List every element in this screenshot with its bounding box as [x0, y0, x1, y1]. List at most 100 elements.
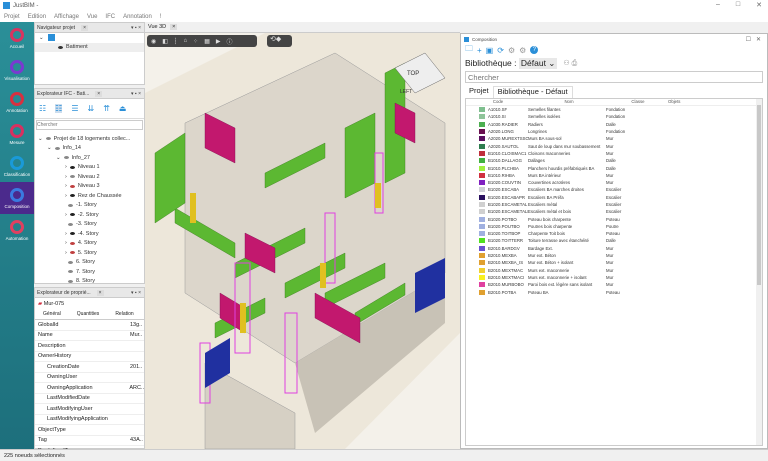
tree-item[interactable]: -1. Story: [35, 201, 144, 211]
table-scrollbar[interactable]: [756, 99, 762, 445]
tree-view-icon[interactable]: ☷: [39, 104, 46, 113]
property-row[interactable]: GlobalId 13g..: [35, 320, 144, 331]
close-button[interactable]: ✕: [756, 1, 762, 9]
chevron-icon[interactable]: ›: [65, 212, 67, 218]
menu-item[interactable]: Affichage: [54, 14, 79, 20]
eye-icon[interactable]: [68, 260, 73, 264]
tab-général[interactable]: Général: [35, 309, 69, 319]
eye-icon[interactable]: [69, 175, 75, 179]
eye-icon[interactable]: [54, 146, 60, 150]
minimize-button[interactable]: –: [716, 1, 720, 9]
eye-icon[interactable]: [69, 232, 75, 236]
help-icon[interactable]: ?: [530, 46, 539, 54]
table-row[interactable]: B2010.BARDGV Bardage Ext. Mur: [466, 245, 762, 252]
property-row[interactable]: LastModifyingApplication: [35, 415, 144, 425]
chevron-icon[interactable]: ›: [65, 193, 67, 199]
tree-item[interactable]: ⌄ Projet de 18 logements collec...: [35, 134, 144, 144]
table-row[interactable]: B2010.MEXTMACI Murs ext. maconnerie + iso…: [466, 274, 762, 281]
eye-icon[interactable]: [68, 222, 73, 226]
eye-icon[interactable]: [45, 137, 51, 141]
table-row[interactable]: A2020.SAUTOL Saut de loup dans mur soubas…: [466, 142, 762, 149]
table-row[interactable]: B1010.DALLAGG Dallages Dalle: [466, 157, 762, 164]
property-row[interactable]: CreationDate 201..: [35, 362, 144, 373]
tree-item[interactable]: › -4. Story: [35, 229, 144, 239]
table-row[interactable]: A1010.SF Semelles filantes Fondation: [466, 106, 762, 113]
settings-alt-icon[interactable]: ⚙: [519, 46, 526, 55]
box-icon[interactable]: ◧: [162, 38, 168, 45]
tree-item[interactable]: ⌄ Info_14: [35, 144, 144, 154]
table-row[interactable]: B1020.POUTBO Poutres bois charpente Poutre: [466, 223, 762, 230]
table-row[interactable]: B1010.RIHBA Murs BA intérieur Mur: [466, 172, 762, 179]
menu-item[interactable]: Vue: [87, 14, 97, 20]
tree-item[interactable]: › Rez de Chaussée: [35, 191, 144, 201]
table-row[interactable]: B1020.COUVTIN Couvertines acrotères Mur: [466, 179, 762, 186]
eye-icon[interactable]: [58, 45, 63, 49]
table-row[interactable]: B1010.CLOISMAC1 Cloisons maconneries Mur: [466, 150, 762, 157]
tab-vue-3d[interactable]: Vue 3D: [148, 24, 166, 30]
eye-icon[interactable]: [69, 165, 75, 169]
property-row[interactable]: ObjectType: [35, 425, 144, 436]
tag-icon[interactable]: ⌂: [184, 38, 188, 44]
chevron-icon[interactable]: ›: [65, 183, 67, 189]
panel-controls[interactable]: ▾ ▪ ×: [131, 25, 141, 31]
document-icon[interactable]: ▣: [486, 46, 494, 55]
chevron-icon[interactable]: ›: [65, 174, 67, 180]
refresh-icon[interactable]: ⟳: [497, 46, 504, 55]
menu-item[interactable]: Edition: [28, 14, 46, 20]
sidebar-item-automation[interactable]: Automation: [0, 214, 34, 246]
tab-projet[interactable]: Projet: [465, 86, 493, 98]
grid-icon[interactable]: ▦: [204, 38, 210, 45]
ifc-explorer-close-tab[interactable]: ×: [95, 90, 103, 97]
table-row[interactable]: B1020.TOITTERR Toiture terrasse avec étan…: [466, 237, 762, 244]
settings-icon[interactable]: ⚙: [508, 46, 515, 55]
menu-item[interactable]: IFC: [105, 14, 115, 20]
tree-item[interactable]: › Niveau 3: [35, 182, 144, 192]
record-icon[interactable]: ◉: [151, 38, 156, 45]
chevron-icon[interactable]: ›: [65, 250, 67, 256]
eye-icon[interactable]: [69, 194, 75, 198]
table-row[interactable]: B1010.PLCHBA Planchers hourdis préfabriqu…: [466, 164, 762, 171]
tree-item[interactable]: › Niveau 1: [35, 163, 144, 173]
info-icon[interactable]: ⓘ: [227, 37, 233, 46]
sidebar-item-visualisation[interactable]: Visualisation: [0, 54, 34, 86]
tree-item[interactable]: 8. Story: [35, 277, 144, 287]
properties-close-tab[interactable]: ×: [96, 289, 104, 296]
menu-item[interactable]: Projet: [4, 14, 20, 20]
col-nom[interactable]: Nom: [530, 99, 608, 105]
property-row[interactable]: LastModifyingUser: [35, 404, 144, 415]
3d-viewport[interactable]: TOP LEFT ◉ ◧ ┆ ⌂ ⁘ ▦ ▶ ⓘ ⟲◆: [145, 33, 460, 449]
eye-icon[interactable]: [68, 270, 73, 274]
panel-controls[interactable]: ▾ ▪ ×: [131, 290, 141, 296]
table-row[interactable]: B1020.ESCAMETALB Escaliers métal et bois E…: [466, 208, 762, 215]
table-row[interactable]: B1020.ESCABA Escaliers BA marches droites…: [466, 186, 762, 193]
table-row[interactable]: A1030.RADIER Radiers Dalle: [466, 121, 762, 128]
sidebar-item-mesure[interactable]: Mesure: [0, 118, 34, 150]
ifc-search-input[interactable]: [36, 120, 143, 130]
property-row[interactable]: OwningUser: [35, 373, 144, 383]
property-row[interactable]: Description: [35, 341, 144, 352]
eye-icon[interactable]: [63, 156, 69, 160]
eye-icon[interactable]: [68, 203, 73, 207]
property-row[interactable]: OwningApplication ARC..: [35, 383, 144, 394]
library-manage-icons[interactable]: ⚇ ⎙: [563, 59, 577, 68]
tree-root[interactable]: ⌄: [35, 33, 144, 43]
property-row[interactable]: Name Mur..: [35, 331, 144, 341]
tab-relation[interactable]: Relation: [107, 309, 141, 319]
sidebar-item-composition[interactable]: Composition: [0, 182, 34, 214]
property-row[interactable]: OwnerHistory: [35, 352, 144, 362]
composition-search-input[interactable]: [465, 71, 763, 83]
tree-item[interactable]: › 4. Story: [35, 239, 144, 249]
table-row[interactable]: A2020.LONG Longrines Fondation: [466, 128, 762, 135]
table-row[interactable]: B2010.MEXBA_IS Mur ext. Béton + isolant Mu…: [466, 259, 762, 266]
orbit-button[interactable]: ⟲◆: [267, 35, 292, 47]
tree-item[interactable]: › -2. Story: [35, 210, 144, 220]
col-objets[interactable]: Objets: [668, 99, 708, 105]
add-icon[interactable]: +: [477, 46, 482, 55]
list-icon[interactable]: ☰: [71, 104, 78, 113]
sidebar-item-accueil[interactable]: Accueil: [0, 22, 34, 54]
menu-item[interactable]: Annotation: [123, 14, 152, 20]
go-up-icon[interactable]: ⏏: [119, 104, 127, 113]
tree-item[interactable]: 6. Story: [35, 258, 144, 268]
eye-icon[interactable]: [69, 184, 75, 188]
chevron-icon[interactable]: ›: [65, 231, 67, 237]
